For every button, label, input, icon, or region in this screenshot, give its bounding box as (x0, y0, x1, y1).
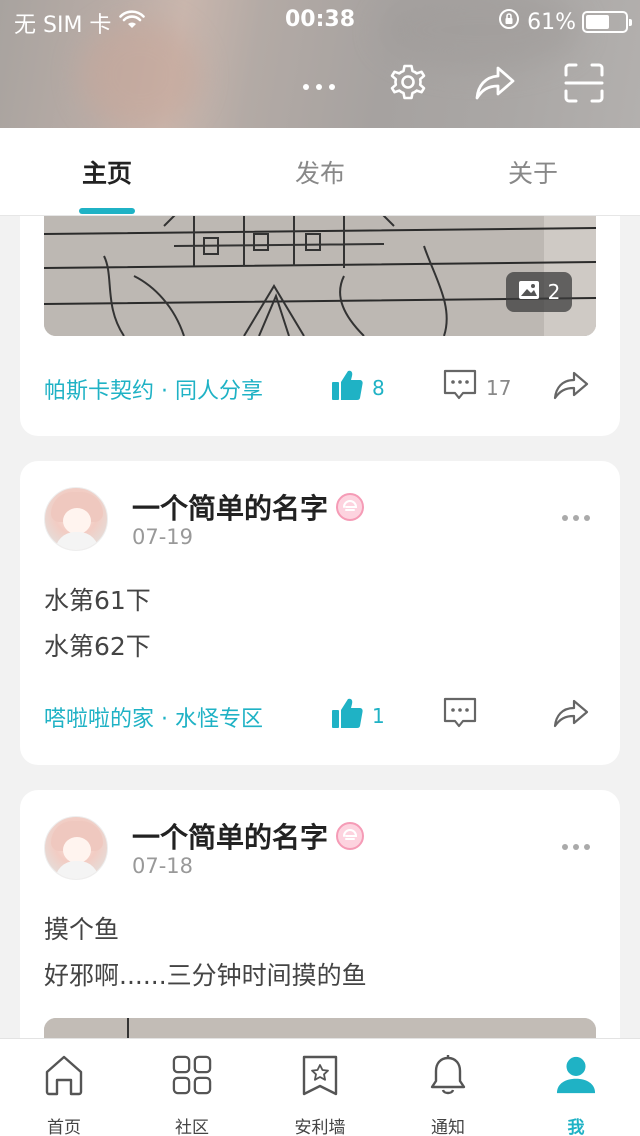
post-date: 07-19 (132, 525, 194, 549)
image-icon (518, 280, 540, 305)
comment-icon (442, 368, 478, 407)
share-icon (552, 698, 590, 735)
comment-count: 17 (486, 375, 512, 400)
grid-icon (172, 1053, 212, 1097)
like-button[interactable]: 8 (330, 368, 385, 407)
post-more-button[interactable] (562, 515, 590, 521)
nav-label: 我 (567, 1118, 585, 1136)
status-bar: 无 SIM 卡 00:38 61% (0, 0, 640, 40)
post-card[interactable]: 一个简单的名字 07-18 摸个鱼 好邪啊......三分钟时间摸的鱼 (20, 790, 620, 1038)
more-button[interactable] (294, 60, 344, 110)
thumbs-up-icon (330, 696, 364, 735)
post-image[interactable]: 2 (44, 216, 596, 336)
post-feed[interactable]: 2 帕斯卡契约 · 同人分享 8 17 一个简单的名字 07-19 水第61下 … (0, 216, 640, 1038)
bell-icon (428, 1053, 468, 1097)
nav-label: 安利墙 (294, 1118, 346, 1136)
battery-percent: 61% (527, 9, 576, 35)
person-icon (556, 1053, 596, 1097)
nav-home[interactable]: 首页 (0, 1039, 128, 1136)
post-image[interactable] (44, 1018, 596, 1038)
nav-community[interactable]: 社区 (128, 1039, 256, 1136)
profile-tabs: 主页 发布 关于 (0, 128, 640, 216)
like-button[interactable]: 1 (330, 696, 385, 735)
more-icon (302, 76, 336, 95)
comment-icon (442, 696, 478, 735)
tab-active-indicator (79, 208, 135, 214)
battery-fill (586, 15, 609, 29)
tab-home[interactable]: 主页 (47, 154, 167, 190)
share-icon (552, 370, 590, 407)
share-post-button[interactable] (552, 698, 590, 735)
nav-me[interactable]: 我 (512, 1039, 640, 1136)
post-more-button[interactable] (562, 844, 590, 850)
profile-header: 无 SIM 卡 00:38 61% (0, 0, 640, 128)
share-post-button[interactable] (552, 370, 590, 407)
nav-label: 社区 (175, 1118, 209, 1136)
thumbs-up-icon (330, 368, 364, 407)
post-tags[interactable]: 嗒啦啦的家 · 水怪专区 (44, 701, 263, 733)
post-text-line: 水第61下 (44, 586, 151, 615)
post-card[interactable]: 2 帕斯卡契约 · 同人分享 8 17 (20, 216, 620, 436)
like-count: 8 (372, 375, 385, 400)
sketch-image (44, 1018, 596, 1038)
tab-posts[interactable]: 发布 (260, 154, 380, 190)
nav-label: 首页 (47, 1118, 81, 1136)
avatar[interactable] (44, 487, 108, 551)
nav-recommend-wall[interactable]: 安利墙 (256, 1039, 384, 1136)
author-name: 一个简单的名字 (132, 492, 329, 525)
post-date: 07-18 (132, 854, 194, 878)
avatar[interactable] (44, 816, 108, 880)
nav-label: 通知 (431, 1118, 465, 1136)
post-text-line: 水第62下 (44, 632, 151, 661)
post-text-line: 摸个鱼 (44, 915, 120, 944)
nav-notifications[interactable]: 通知 (384, 1039, 512, 1136)
image-count: 2 (547, 280, 561, 304)
scan-button[interactable] (559, 60, 609, 110)
share-icon (474, 64, 516, 106)
post-card[interactable]: 一个简单的名字 07-19 水第61下 水第62下 嗒啦啦的家 · 水怪专区 1 (20, 461, 620, 765)
like-count: 1 (372, 703, 385, 728)
level-badge-icon (336, 822, 365, 850)
settings-icon (388, 63, 428, 107)
post-author[interactable]: 一个简单的名字 (132, 487, 365, 527)
post-author[interactable]: 一个简单的名字 (132, 816, 365, 856)
image-count-badge: 2 (506, 272, 572, 312)
scan-icon (563, 62, 605, 108)
settings-button[interactable] (383, 60, 433, 110)
share-button[interactable] (470, 60, 520, 110)
post-text-line: 好邪啊......三分钟时间摸的鱼 (44, 961, 367, 990)
star-bookmark-icon (300, 1053, 340, 1097)
comment-button[interactable]: 17 (442, 368, 511, 407)
orientation-lock-icon (497, 7, 521, 37)
level-badge-icon (336, 493, 365, 521)
home-icon (44, 1053, 84, 1097)
post-tags[interactable]: 帕斯卡契约 · 同人分享 (44, 373, 263, 405)
bottom-nav: 首页 社区 安利墙 通知 我 (0, 1038, 640, 1136)
comment-button[interactable] (442, 696, 478, 735)
author-name: 一个简单的名字 (132, 821, 329, 854)
battery-icon (582, 11, 632, 33)
tab-about[interactable]: 关于 (473, 154, 593, 190)
